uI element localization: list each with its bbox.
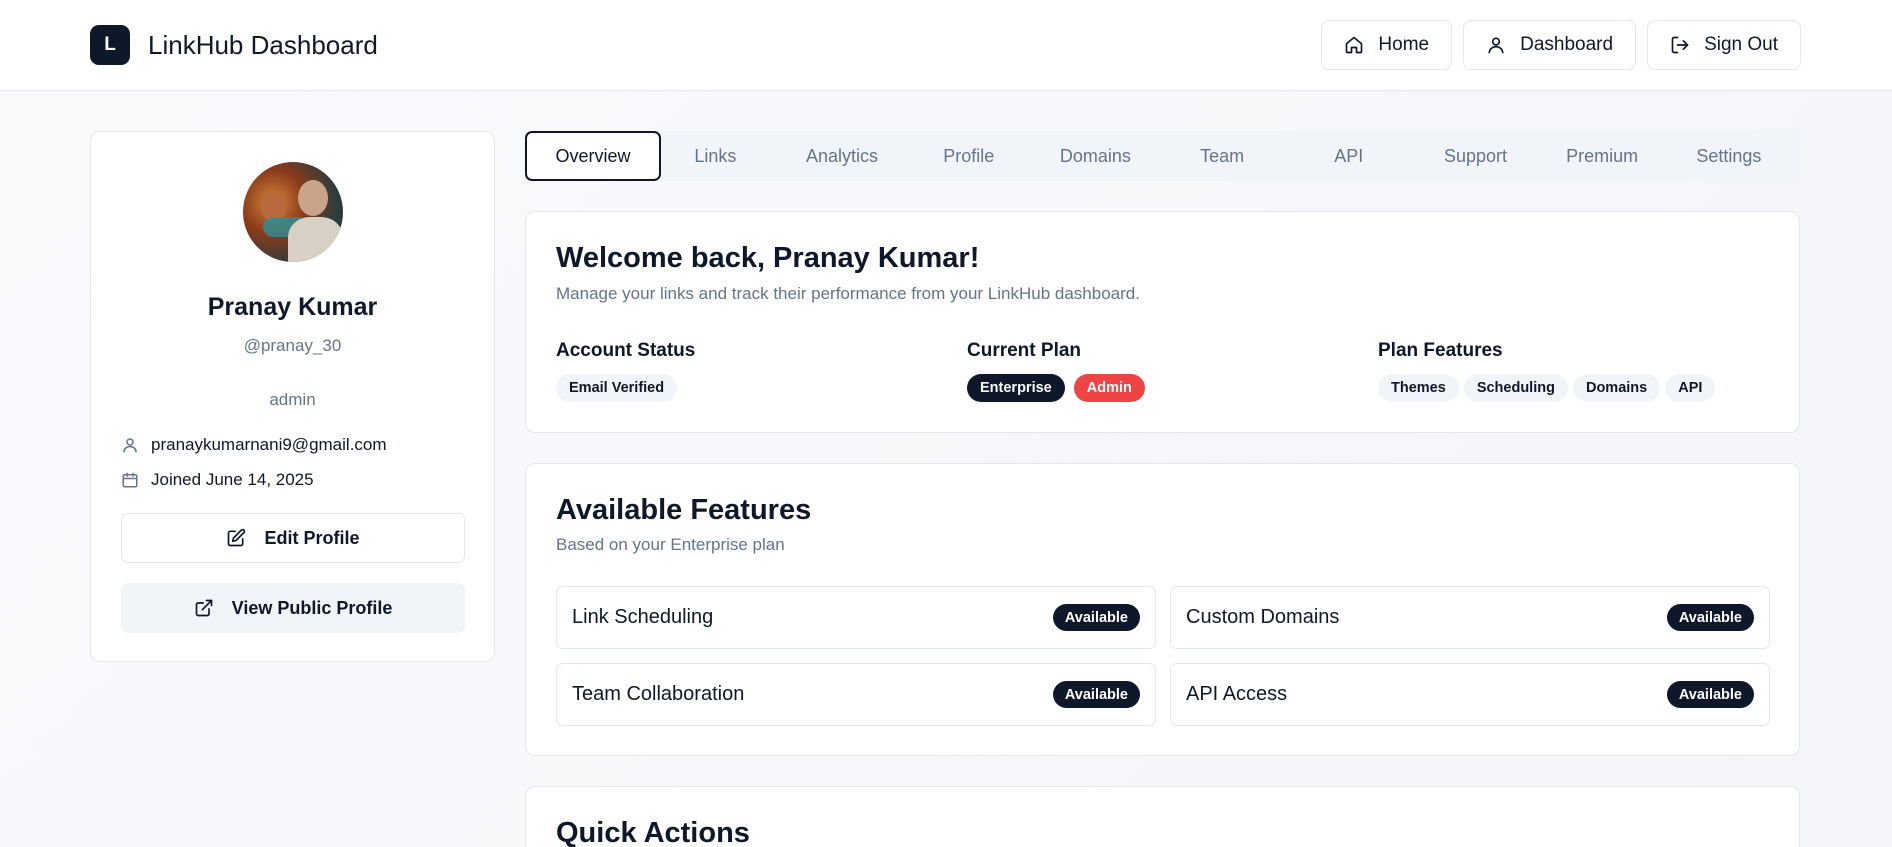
brand-title: LinkHub Dashboard [148, 29, 378, 60]
tab-team[interactable]: Team [1159, 131, 1286, 181]
feature-link-scheduling: Link Scheduling Available [556, 586, 1156, 649]
tab-profile[interactable]: Profile [905, 131, 1032, 181]
profile-role: admin [269, 390, 316, 409]
feature-team-collaboration: Team Collaboration Available [556, 663, 1156, 726]
tab-premium[interactable]: Premium [1539, 131, 1666, 181]
profile-email-row: pranaykumarnani9@gmail.com [121, 435, 387, 455]
profile-card: Pranay Kumar @pranay_30 admin pranaykuma… [90, 131, 495, 662]
brand-logo: L [90, 25, 130, 65]
features-subtitle: Based on your Enterprise plan [556, 535, 785, 554]
feature-label: Custom Domains [1186, 606, 1340, 628]
quick-actions-title: Quick Actions [556, 817, 750, 847]
plan-badge: Enterprise [967, 374, 1065, 402]
account-status: Account Status Email Verified [556, 340, 695, 402]
profile-joined: Joined June 14, 2025 [151, 470, 314, 489]
profile-email: pranaykumarnani9@gmail.com [151, 435, 387, 454]
profile-joined-row: Joined June 14, 2025 [121, 470, 314, 490]
brand[interactable]: L LinkHub Dashboard [90, 25, 378, 65]
plan-features-heading: Plan Features [1378, 340, 1503, 361]
quick-actions-card: Quick Actions [525, 786, 1800, 847]
status-badge: Available [1052, 604, 1140, 631]
feature-api-access: API Access Available [1170, 663, 1770, 726]
dashboard-label: Dashboard [1520, 34, 1614, 55]
status-badge: Available [1052, 681, 1140, 708]
view-public-profile-label: View Public Profile [231, 597, 393, 618]
feature-custom-domains: Custom Domains Available [1170, 586, 1770, 649]
edit-icon [228, 528, 246, 547]
edit-profile-button[interactable]: Edit Profile [121, 513, 465, 563]
feature-label: API Access [1186, 683, 1288, 705]
account-status-heading: Account Status [556, 340, 696, 361]
plan-features: Plan Features Themes Scheduling Domains … [1378, 340, 1716, 402]
top-nav: Home Dashboard Sign Out [1321, 20, 1801, 70]
edit-profile-label: Edit Profile [264, 527, 360, 548]
dashboard-button[interactable]: Dashboard [1463, 20, 1637, 70]
status-badge: Available [1666, 681, 1754, 708]
sign-out-button[interactable]: Sign Out [1647, 20, 1801, 70]
admin-badge: Admin [1073, 374, 1145, 402]
feature-badge-scheduling: Scheduling [1463, 374, 1568, 402]
user-icon [123, 438, 137, 453]
welcome-title: Welcome back, Pranay Kumar! [556, 242, 980, 274]
feature-badge-themes: Themes [1378, 374, 1459, 402]
welcome-card: Welcome back, Pranay Kumar! Manage your … [525, 211, 1800, 433]
feature-label: Link Scheduling [572, 606, 714, 628]
tab-overview[interactable]: Overview [525, 131, 661, 181]
tab-api[interactable]: API [1285, 131, 1412, 181]
calendar-icon [122, 472, 138, 488]
feature-badge-domains: Domains [1572, 374, 1661, 402]
status-badge: Available [1666, 604, 1754, 631]
profile-handle: @pranay_30 [243, 336, 342, 355]
profile-name: Pranay Kumar [207, 293, 378, 321]
user-icon [1488, 37, 1504, 54]
home-button[interactable]: Home [1321, 20, 1453, 70]
feature-badge-api: API [1665, 374, 1716, 402]
sign-out-label: Sign Out [1704, 34, 1778, 55]
view-public-profile-button[interactable]: View Public Profile [121, 583, 465, 633]
home-icon [1346, 36, 1363, 54]
features-title: Available Features [556, 494, 812, 526]
email-verified-badge: Email Verified [556, 374, 678, 402]
tab-analytics[interactable]: Analytics [779, 131, 906, 181]
tab-links[interactable]: Links [652, 131, 779, 181]
top-header: L LinkHub Dashboard Home Dashboard Sign … [0, 0, 1892, 91]
home-label: Home [1378, 34, 1430, 55]
current-plan-heading: Current Plan [967, 340, 1082, 361]
sign-out-icon [1671, 36, 1689, 54]
tab-support[interactable]: Support [1412, 131, 1539, 181]
avatar [243, 162, 343, 262]
tab-domains[interactable]: Domains [1032, 131, 1159, 181]
feature-label: Team Collaboration [572, 683, 745, 705]
welcome-subtitle: Manage your links and track their perfor… [556, 284, 1140, 303]
dashboard-tabs: Overview Links Analytics Profile Domains… [525, 131, 1800, 181]
current-plan: Current Plan Enterprise Admin [967, 340, 1145, 402]
available-features-card: Available Features Based on your Enterpr… [525, 463, 1800, 756]
tab-settings[interactable]: Settings [1666, 131, 1793, 181]
external-link-icon [195, 599, 212, 617]
